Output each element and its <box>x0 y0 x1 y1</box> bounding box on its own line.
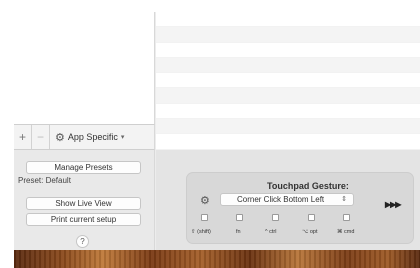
gesture-config-box: Touchpad Gesture: ⚙ Corner Click Bottom … <box>186 172 414 244</box>
ctrl-label: ^ ctrl <box>265 229 277 235</box>
show-live-view-button[interactable]: Show Live View <box>26 197 141 210</box>
gear-icon[interactable]: ⚙ <box>200 194 210 207</box>
cmd-checkbox[interactable] <box>343 214 350 221</box>
up-down-arrows-icon: ⇕ <box>341 196 347 203</box>
desktop-wallpaper <box>14 250 420 268</box>
app-window: + − ⚙ App Specific ▾ Manage Presets Pres… <box>14 12 420 250</box>
help-button[interactable]: ? <box>76 235 89 248</box>
print-setup-button[interactable]: Print current setup <box>26 213 141 226</box>
table-row[interactable] <box>156 42 420 58</box>
app-list-toolbar: + − ⚙ App Specific ▾ <box>14 124 155 150</box>
fn-checkbox[interactable] <box>236 214 243 221</box>
manage-presets-button[interactable]: Manage Presets <box>26 161 141 174</box>
gear-icon: ⚙ <box>55 131 65 144</box>
table-row[interactable] <box>156 103 420 120</box>
presets-panel: Manage Presets Preset: Default Show Live… <box>14 150 155 250</box>
table-row[interactable] <box>156 119 420 135</box>
table-row[interactable] <box>156 27 420 43</box>
fn-label: fn <box>236 229 241 235</box>
table-row[interactable] <box>156 134 420 150</box>
app-specific-menu[interactable]: ⚙ App Specific ▾ <box>55 131 124 144</box>
table-row[interactable] <box>156 57 420 74</box>
shift-checkbox[interactable] <box>201 214 208 221</box>
app-list[interactable] <box>14 12 155 124</box>
ctrl-checkbox[interactable] <box>272 214 279 221</box>
gesture-title: Touchpad Gesture: <box>267 181 349 191</box>
app-specific-label: App Specific <box>67 132 118 142</box>
gesture-select-value: Corner Click Bottom Left <box>237 195 325 204</box>
opt-checkbox[interactable] <box>308 214 315 221</box>
table-row[interactable] <box>156 88 420 104</box>
opt-label: ⌥ opt <box>302 229 318 235</box>
play-arrows-icon: ▶▶▶ <box>385 200 402 209</box>
shift-label: ⇧ (shift) <box>191 229 211 235</box>
cmd-label: ⌘ cmd <box>337 229 355 235</box>
table-row[interactable] <box>156 73 420 89</box>
preset-label: Preset: Default <box>18 176 71 185</box>
chevron-down-icon: ▾ <box>120 134 125 141</box>
table-row[interactable] <box>156 12 420 28</box>
gesture-table[interactable] <box>156 12 420 150</box>
remove-app-button[interactable]: − <box>32 125 50 149</box>
add-app-button[interactable]: + <box>14 125 32 149</box>
gesture-editor-area: Touchpad Gesture: ⚙ Corner Click Bottom … <box>156 150 420 250</box>
gesture-select[interactable]: Corner Click Bottom Left ⇕ <box>220 193 354 206</box>
